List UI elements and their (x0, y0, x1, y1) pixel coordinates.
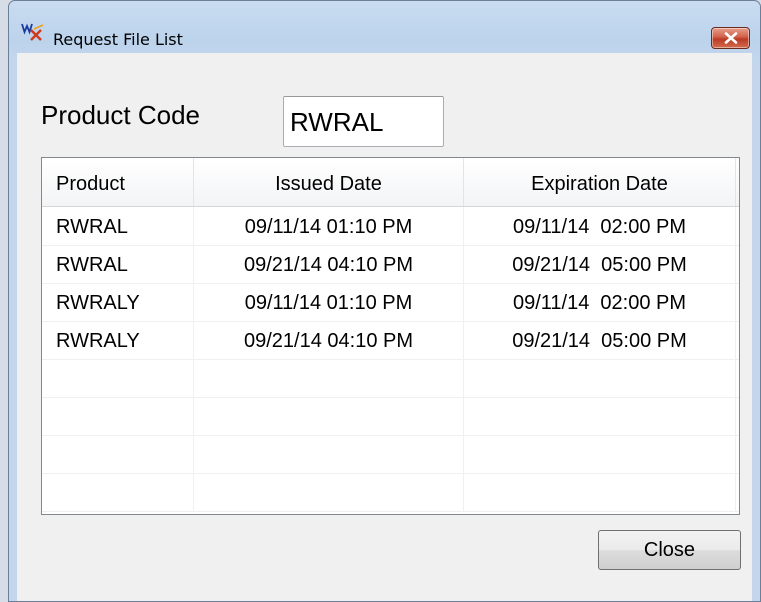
column-header-product[interactable]: Product (42, 158, 194, 206)
cell-product (42, 359, 194, 397)
cell-product: RWRALY (42, 321, 194, 359)
product-code-label: Product Code (41, 100, 200, 130)
cell-product (42, 473, 194, 511)
cell-issued-date: 09/21/14 04:10 PM (194, 321, 464, 359)
cell-expiration-date: 09/11/14 02:00 PM (464, 283, 736, 321)
cell-issued-date: 09/11/14 01:10 PM (194, 207, 464, 245)
cell-expiration-date (464, 473, 736, 511)
cell-expiration-date (464, 397, 736, 435)
cell-expiration-date: 09/21/14 05:00 PM (464, 321, 736, 359)
cell-product: RWRAL (42, 245, 194, 283)
cell-product: RWRALY (42, 283, 194, 321)
window-close-button[interactable] (711, 27, 750, 49)
cell-issued-date: 09/11/14 01:10 PM (194, 283, 464, 321)
cell-issued-date (194, 435, 464, 473)
close-x-icon (724, 32, 737, 44)
cell-issued-date (194, 359, 464, 397)
wx-app-icon (21, 23, 44, 41)
title-bar[interactable]: Request File List (9, 1, 760, 49)
cell-expiration-date (464, 359, 736, 397)
cell-expiration-date: 09/21/14 05:00 PM (464, 245, 736, 283)
table-row[interactable] (42, 473, 739, 512)
cell-expiration-date (464, 435, 736, 473)
cell-issued-date (194, 473, 464, 511)
table-row[interactable] (42, 397, 739, 436)
table-header: Product Issued Date Expiration Date (42, 158, 739, 207)
table-row[interactable]: RWRAL 09/11/14 01:10 PM 09/11/14 02:00 PM (42, 207, 739, 246)
table-row[interactable] (42, 359, 739, 398)
file-list-table[interactable]: Product Issued Date Expiration Date RWRA… (41, 157, 740, 515)
cell-issued-date (194, 397, 464, 435)
column-header-expiration-date[interactable]: Expiration Date (464, 158, 736, 206)
table-row[interactable]: RWRALY 09/11/14 01:10 PM 09/11/14 02:00 PM (42, 283, 739, 322)
column-header-issued-date[interactable]: Issued Date (194, 158, 464, 206)
table-row[interactable] (42, 435, 739, 474)
table-row[interactable]: RWRAL 09/21/14 04:10 PM 09/21/14 05:00 PM (42, 245, 739, 284)
product-code-input[interactable]: RWRAL (283, 96, 444, 147)
close-button[interactable]: Close (598, 530, 741, 570)
cell-issued-date: 09/21/14 04:10 PM (194, 245, 464, 283)
cell-product (42, 435, 194, 473)
window-title: Request File List (53, 30, 183, 49)
cell-product (42, 397, 194, 435)
cell-product: RWRAL (42, 207, 194, 245)
table-row[interactable]: RWRALY 09/21/14 04:10 PM 09/21/14 05:00 PM (42, 321, 739, 360)
cell-expiration-date: 09/11/14 02:00 PM (464, 207, 736, 245)
